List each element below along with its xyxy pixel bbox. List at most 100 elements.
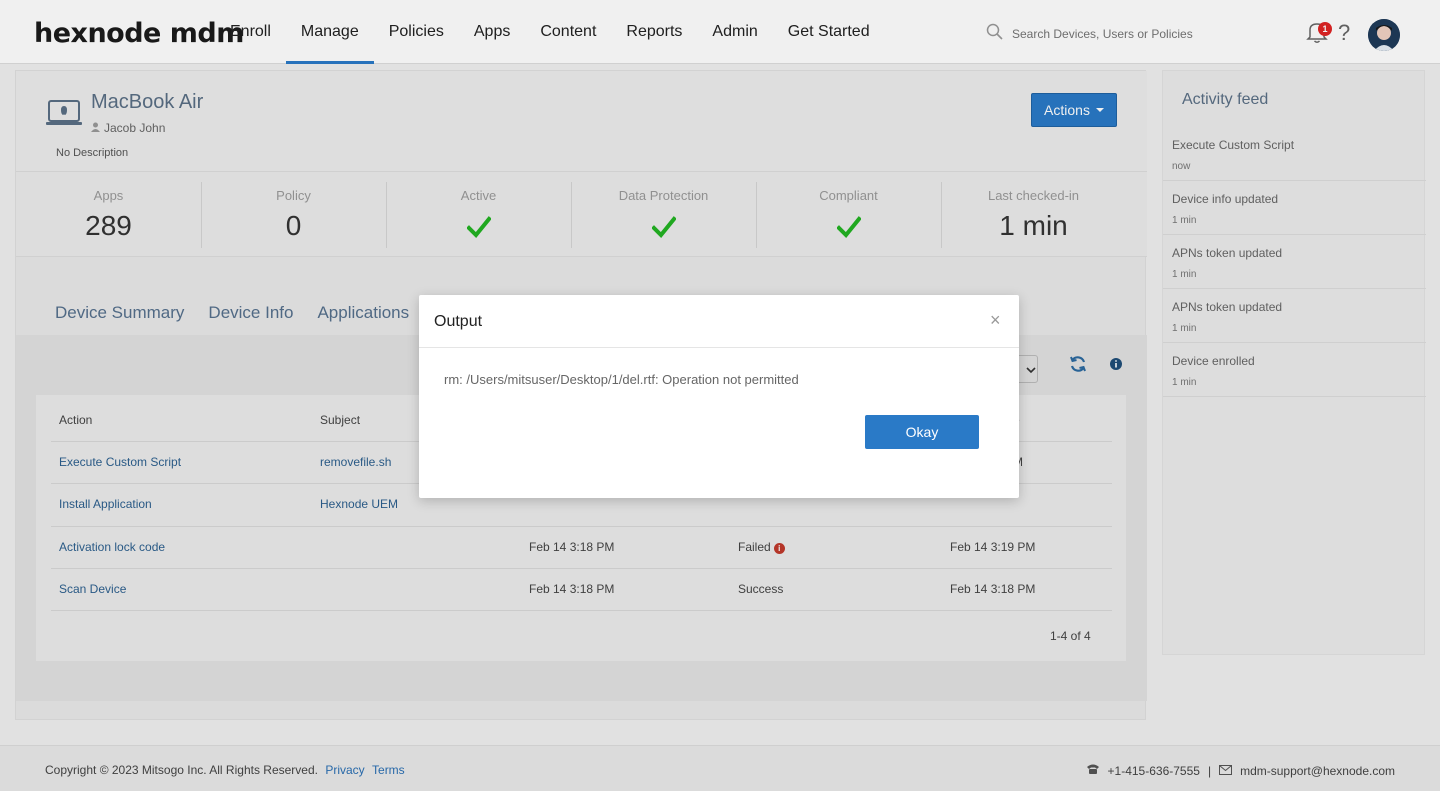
device-name: MacBook Air bbox=[91, 91, 204, 113]
dialog-title: Output bbox=[434, 313, 483, 330]
stat-compliant-label: Compliant bbox=[819, 188, 878, 203]
actions-label: Actions bbox=[1044, 102, 1090, 118]
feed-item: Device info updated 1 min bbox=[1163, 181, 1426, 235]
col-header-action[interactable]: Action bbox=[59, 413, 92, 427]
user-avatar[interactable] bbox=[1368, 19, 1400, 51]
stat-active-label: Active bbox=[460, 188, 497, 203]
stat-data-protection-label: Data Protection bbox=[618, 188, 709, 203]
feed-item-title: APNs token updated bbox=[1172, 300, 1283, 314]
table-row: Activation lock code Feb 14 3:18 PM Fail… bbox=[51, 527, 1112, 569]
top-navbar: hexnode mdm Enroll Manage Policies Apps … bbox=[0, 0, 1440, 64]
stat-last-checked-in-value: 1 min bbox=[999, 210, 1068, 241]
stat-active: Active bbox=[386, 172, 571, 257]
nav-reports[interactable]: Reports bbox=[611, 0, 697, 64]
output-dialog: Output × rm: /Users/mitsuser/Desktop/1/d… bbox=[419, 295, 1019, 498]
footer: Copyright © 2023 Mitsogo Inc. All Rights… bbox=[0, 745, 1440, 791]
stat-compliant: Compliant bbox=[756, 172, 941, 257]
row-status-text: Failed bbox=[738, 540, 771, 554]
row-action[interactable]: Scan Device bbox=[59, 582, 126, 596]
caret-down-icon bbox=[1095, 108, 1104, 112]
checkmark-icon bbox=[835, 216, 862, 243]
stat-policy[interactable]: Policy 0 bbox=[201, 172, 386, 257]
nav-manage[interactable]: Manage bbox=[285, 0, 374, 64]
feed-item: Execute Custom Script now bbox=[1163, 127, 1426, 181]
row-action[interactable]: Activation lock code bbox=[59, 540, 165, 554]
terms-link[interactable]: Terms bbox=[372, 763, 405, 777]
stat-apps-value: 289 bbox=[85, 210, 132, 241]
phone-icon bbox=[1086, 763, 1100, 778]
tab-device-info[interactable]: Device Info bbox=[196, 303, 305, 335]
support-email[interactable]: mdm-support@hexnode.com bbox=[1240, 764, 1395, 778]
laptop-icon bbox=[46, 99, 82, 132]
activity-feed: Activity feed Execute Custom Script now … bbox=[1162, 70, 1426, 655]
feed-item-time: now bbox=[1172, 161, 1191, 172]
row-status: Success bbox=[738, 582, 784, 596]
stat-last-checked-in-label: Last checked-in bbox=[987, 188, 1080, 203]
row-action[interactable]: Install Application bbox=[59, 497, 152, 511]
stat-apps[interactable]: Apps 289 bbox=[16, 172, 201, 257]
nav-admin[interactable]: Admin bbox=[697, 0, 772, 64]
error-info-icon[interactable]: i bbox=[773, 543, 785, 554]
feed-item-time: 1 min bbox=[1172, 377, 1197, 388]
contact-separator: | bbox=[1207, 763, 1212, 778]
nav-enroll[interactable]: Enroll bbox=[215, 0, 286, 64]
tab-applications[interactable]: Applications bbox=[305, 303, 421, 335]
refresh-icon[interactable] bbox=[1069, 355, 1087, 378]
feed-item-title: Execute Custom Script bbox=[1172, 138, 1295, 152]
close-icon[interactable]: × bbox=[990, 310, 1001, 331]
device-user: Jacob John bbox=[91, 121, 165, 135]
col-header-subject[interactable]: Subject bbox=[320, 413, 360, 427]
footer-contact: +1-415-636-7555 | mdm-support@hexnode.co… bbox=[1086, 763, 1395, 778]
feed-item-title: Device info updated bbox=[1172, 192, 1279, 206]
stat-last-checked-in: Last checked-in 1 min bbox=[941, 172, 1126, 257]
device-stats: Apps 289 Policy 0 Active Data Protection… bbox=[16, 172, 1147, 257]
privacy-link[interactable]: Privacy bbox=[325, 763, 364, 777]
device-tabs: Device Summary Device Info Applications bbox=[16, 303, 421, 335]
notifications-bell[interactable]: 1 bbox=[1306, 20, 1332, 46]
row-subject[interactable]: removefile.sh bbox=[320, 455, 391, 469]
feed-item-title: Device enrolled bbox=[1172, 354, 1255, 368]
activity-feed-title: Activity feed bbox=[1182, 91, 1269, 108]
main-nav: Enroll Manage Policies Apps Content Repo… bbox=[215, 0, 885, 64]
feed-item: Device enrolled 1 min bbox=[1163, 343, 1426, 397]
feed-item: APNs token updated 1 min bbox=[1163, 235, 1426, 289]
row-subject[interactable]: Hexnode UEM bbox=[320, 497, 398, 511]
actions-dropdown-button[interactable]: Actions bbox=[1031, 93, 1117, 127]
row-updated: Feb 14 3:19 PM bbox=[950, 540, 1036, 554]
dialog-message: rm: /Users/mitsuser/Desktop/1/del.rtf: O… bbox=[444, 372, 799, 387]
nav-get-started[interactable]: Get Started bbox=[773, 0, 885, 64]
stat-policy-value: 0 bbox=[285, 210, 302, 241]
row-status: Failed i bbox=[738, 540, 785, 554]
checkmark-icon bbox=[465, 216, 492, 243]
info-icon[interactable] bbox=[1109, 357, 1123, 376]
support-phone[interactable]: +1-415-636-7555 bbox=[1108, 764, 1200, 778]
copyright-text: Copyright © 2023 Mitsogo Inc. All Rights… bbox=[45, 763, 318, 777]
feed-item-time: 1 min bbox=[1172, 269, 1197, 280]
row-updated: Feb 14 3:18 PM bbox=[950, 582, 1036, 596]
stat-policy-label: Policy bbox=[276, 188, 311, 203]
checkmark-icon bbox=[650, 216, 677, 243]
row-created: Feb 14 3:18 PM bbox=[529, 540, 615, 554]
notification-count-badge: 1 bbox=[1318, 22, 1332, 36]
table-row: Scan Device Feb 14 3:18 PM Success Feb 1… bbox=[51, 569, 1112, 611]
feed-item-title: APNs token updated bbox=[1172, 246, 1283, 260]
search-input[interactable] bbox=[1012, 27, 1262, 41]
mail-icon bbox=[1219, 764, 1233, 778]
feed-item-time: 1 min bbox=[1172, 323, 1197, 334]
nav-apps[interactable]: Apps bbox=[459, 0, 525, 64]
nav-policies[interactable]: Policies bbox=[374, 0, 459, 64]
table-pager: 1-4 of 4 bbox=[1050, 629, 1091, 643]
device-header: MacBook Air Jacob John No Description Ac… bbox=[16, 71, 1147, 172]
row-action[interactable]: Execute Custom Script bbox=[59, 455, 181, 469]
device-description: No Description bbox=[56, 147, 129, 159]
okay-button[interactable]: Okay bbox=[865, 415, 979, 449]
hexnode-logo[interactable]: hexnode mdm bbox=[34, 18, 244, 49]
device-user-name[interactable]: Jacob John bbox=[104, 121, 165, 135]
stat-data-protection: Data Protection bbox=[571, 172, 756, 257]
tab-device-summary[interactable]: Device Summary bbox=[16, 303, 196, 335]
help-icon[interactable]: ? bbox=[1338, 20, 1350, 46]
nav-content[interactable]: Content bbox=[525, 0, 611, 64]
feed-item-time: 1 min bbox=[1172, 215, 1197, 226]
footer-copyright: Copyright © 2023 Mitsogo Inc. All Rights… bbox=[45, 763, 405, 777]
feed-item: APNs token updated 1 min bbox=[1163, 289, 1426, 343]
